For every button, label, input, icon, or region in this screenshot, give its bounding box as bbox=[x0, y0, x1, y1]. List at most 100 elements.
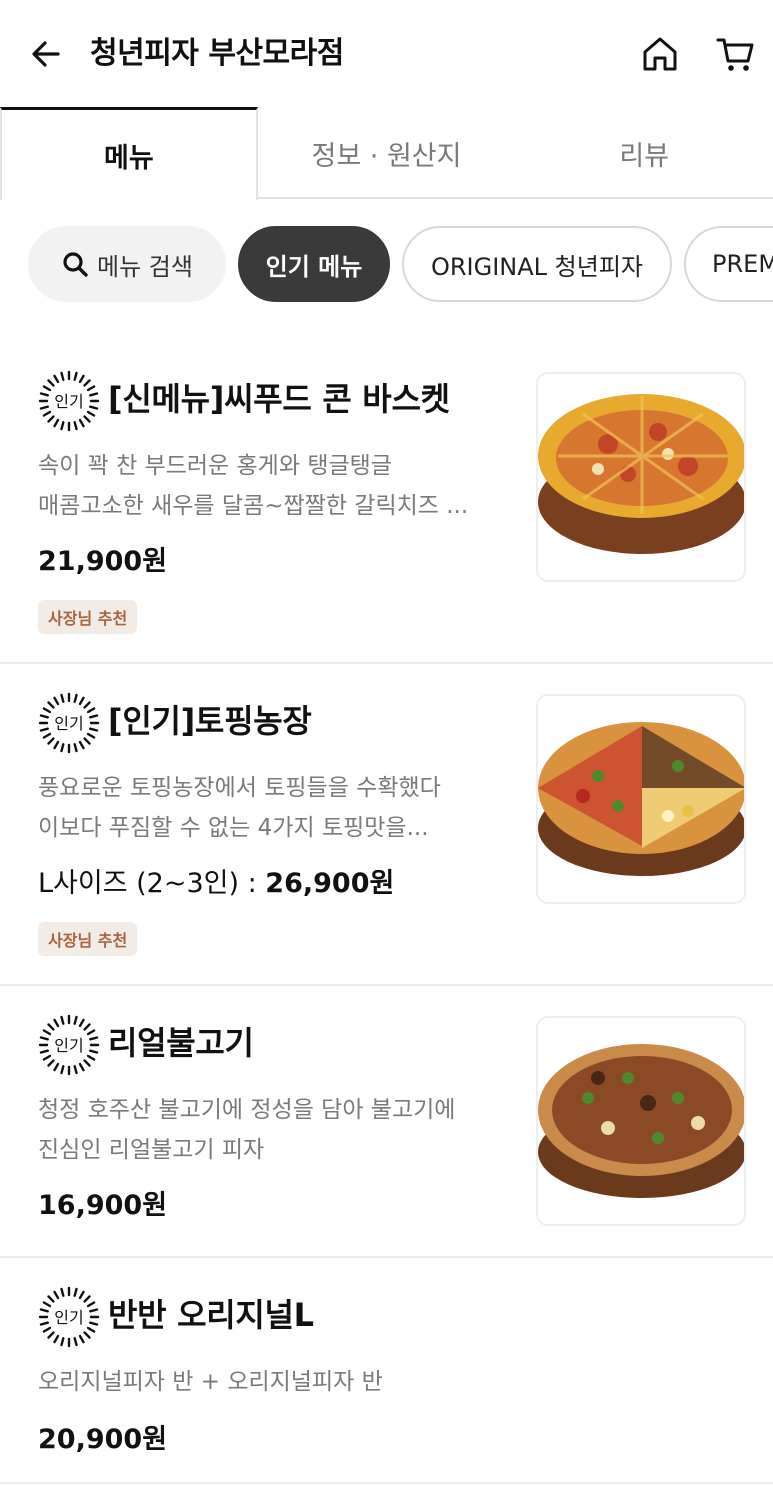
sunburst-ray bbox=[60, 421, 65, 431]
popular-sunburst-icon: 인기 bbox=[38, 692, 100, 754]
popular-badge-icon: 인기 bbox=[38, 1286, 100, 1348]
home-button[interactable] bbox=[638, 32, 682, 76]
menu-item-image bbox=[536, 1016, 746, 1226]
menu-item-description: 풍요로운 토핑농장에서 토핑들을 수확했다 이보다 푸짐할 수 없는 4가지 토… bbox=[38, 768, 508, 848]
menu-search-button[interactable]: 메뉴 검색 bbox=[28, 226, 226, 302]
chip-label: ORIGINAL 청년피자 bbox=[430, 252, 643, 281]
menu-item[interactable]: 인기 반반 오리지널L 오리지널피자 반 + 오리지널피자 반 20,900원 bbox=[0, 1258, 773, 1484]
tab-bar: 메뉴 정보 · 원산지 리뷰 bbox=[0, 107, 773, 200]
sunburst-ray bbox=[86, 385, 96, 392]
sunburst-ray bbox=[60, 743, 65, 753]
owner-recommend-badge: 사장님 추천 bbox=[38, 922, 138, 956]
category-chips: 메뉴 검색 인기 메뉴 ORIGINAL 청년피자 PREMIUM bbox=[28, 226, 773, 306]
sunburst-ray bbox=[73, 1015, 78, 1025]
menu-item-name: 반반 오리지널L bbox=[108, 1296, 314, 1334]
popular-sunburst-icon: 인기 bbox=[38, 1014, 100, 1076]
menu-item-image bbox=[536, 372, 746, 582]
sunburst-ray bbox=[86, 1054, 96, 1061]
sunburst-ray bbox=[60, 693, 65, 703]
sunburst-ray bbox=[42, 1054, 52, 1061]
chip-original[interactable]: ORIGINAL 청년피자 bbox=[402, 226, 672, 302]
sunburst-ray bbox=[89, 1308, 99, 1313]
menu-item-price: 21,900원 bbox=[38, 544, 167, 580]
store-title: 청년피자 부산모라점 bbox=[90, 36, 344, 71]
sunburst-ray bbox=[42, 1326, 52, 1333]
popular-badge-text: 인기 bbox=[54, 1308, 83, 1327]
description-line: 청정 호주산 불고기에 정성을 담아 불고기에 bbox=[38, 1097, 456, 1123]
menu-item-description: 오리지널피자 반 + 오리지널피자 반 bbox=[38, 1362, 508, 1402]
cart-icon bbox=[716, 38, 754, 71]
sunburst-ray bbox=[86, 732, 96, 739]
pizza-image bbox=[538, 1044, 744, 1198]
description-line: 이보다 푸짐할 수 없는 4가지 토핑맛을... bbox=[38, 815, 429, 841]
sunburst-ray bbox=[86, 1326, 96, 1333]
back-button[interactable] bbox=[26, 34, 66, 74]
price-value: 20,900원 bbox=[38, 1424, 168, 1455]
price-value: 26,900원 bbox=[265, 868, 395, 899]
sunburst-ray bbox=[39, 1036, 49, 1041]
sunburst-ray bbox=[60, 1337, 65, 1347]
sunburst-ray bbox=[89, 405, 99, 410]
menu-item-image bbox=[536, 694, 746, 904]
sunburst-ray bbox=[42, 732, 52, 739]
sunburst-ray bbox=[83, 701, 91, 709]
menu-item[interactable]: 인기 [인기]토핑농장 풍요로운 토핑농장에서 토핑들을 수확했다 이보다 푸짐… bbox=[0, 664, 773, 986]
sunburst-ray bbox=[47, 379, 55, 387]
chip-label: 인기 메뉴 bbox=[265, 252, 363, 281]
sunburst-ray bbox=[42, 1029, 52, 1036]
sunburst-ray bbox=[39, 1049, 49, 1054]
tab-reviews[interactable]: 리뷰 bbox=[515, 107, 773, 199]
sunburst-ray bbox=[78, 1062, 85, 1072]
tab-menu[interactable]: 메뉴 bbox=[0, 107, 258, 200]
menu-item-price: 20,900원 bbox=[38, 1422, 167, 1458]
description-line: 매콤고소한 새우를 달콤~짭짤한 갈릭치즈 ... bbox=[38, 493, 469, 519]
menu-item-price: L사이즈 (2~3인) : 26,900원 bbox=[38, 866, 394, 902]
search-icon bbox=[63, 252, 88, 277]
sunburst-ray bbox=[42, 1301, 52, 1308]
sunburst-ray bbox=[83, 379, 91, 387]
description-line: 속이 꽉 찬 부드러운 홍게와 탱글탱글 bbox=[38, 453, 392, 479]
popular-badge-icon: 인기 bbox=[38, 370, 100, 432]
tab-label: 정보 · 원산지 bbox=[311, 140, 462, 172]
app-header: 청년피자 부산모라점 bbox=[0, 0, 773, 108]
sunburst-ray bbox=[83, 415, 91, 423]
cart-button[interactable] bbox=[712, 32, 760, 76]
popular-sunburst-icon: 인기 bbox=[38, 370, 100, 432]
sunburst-ray bbox=[83, 1295, 91, 1303]
sunburst-ray bbox=[42, 707, 52, 714]
sunburst-ray bbox=[73, 1337, 78, 1347]
popular-badge-icon: 인기 bbox=[38, 1014, 100, 1076]
chip-premium[interactable]: PREMIUM bbox=[684, 226, 773, 302]
sunburst-ray bbox=[47, 1023, 55, 1031]
sunburst-ray bbox=[73, 1287, 78, 1297]
menu-item[interactable]: 인기 [신메뉴]씨푸드 콘 바스켓 속이 꽉 찬 부드러운 홍게와 탱글탱글 매… bbox=[0, 338, 773, 664]
sunburst-ray bbox=[78, 1334, 85, 1344]
search-label: 메뉴 검색 bbox=[97, 252, 193, 281]
menu-item-name: 리얼불고기 bbox=[108, 1024, 254, 1062]
sunburst-ray bbox=[89, 1036, 99, 1041]
sunburst-ray bbox=[53, 696, 60, 706]
tab-label: 리뷰 bbox=[619, 140, 670, 172]
sunburst-ray bbox=[39, 1321, 49, 1326]
menu-item-price: 16,900원 bbox=[38, 1188, 167, 1224]
sunburst-ray bbox=[83, 1023, 91, 1031]
chip-label: PREMIUM bbox=[712, 250, 773, 278]
description-line: 풍요로운 토핑농장에서 토핑들을 수확했다 bbox=[38, 775, 441, 801]
sunburst-ray bbox=[53, 1018, 60, 1028]
sunburst-ray bbox=[86, 1301, 96, 1308]
sunburst-ray bbox=[39, 405, 49, 410]
popular-sunburst-icon: 인기 bbox=[38, 1286, 100, 1348]
sunburst-ray bbox=[39, 727, 49, 732]
sunburst-ray bbox=[47, 1295, 55, 1303]
sunburst-ray bbox=[39, 392, 49, 397]
sunburst-ray bbox=[60, 371, 65, 381]
sunburst-ray bbox=[78, 696, 85, 706]
back-arrow-icon bbox=[32, 41, 60, 67]
sunburst-ray bbox=[83, 737, 91, 745]
sunburst-ray bbox=[89, 1321, 99, 1326]
menu-item[interactable]: 인기 리얼불고기 청정 호주산 불고기에 정성을 담아 불고기에 진심인 리얼불… bbox=[0, 986, 773, 1258]
tab-info-origin[interactable]: 정보 · 원산지 bbox=[258, 107, 516, 199]
sunburst-ray bbox=[78, 374, 85, 384]
sunburst-ray bbox=[53, 740, 60, 750]
chip-popular[interactable]: 인기 메뉴 bbox=[238, 226, 390, 302]
